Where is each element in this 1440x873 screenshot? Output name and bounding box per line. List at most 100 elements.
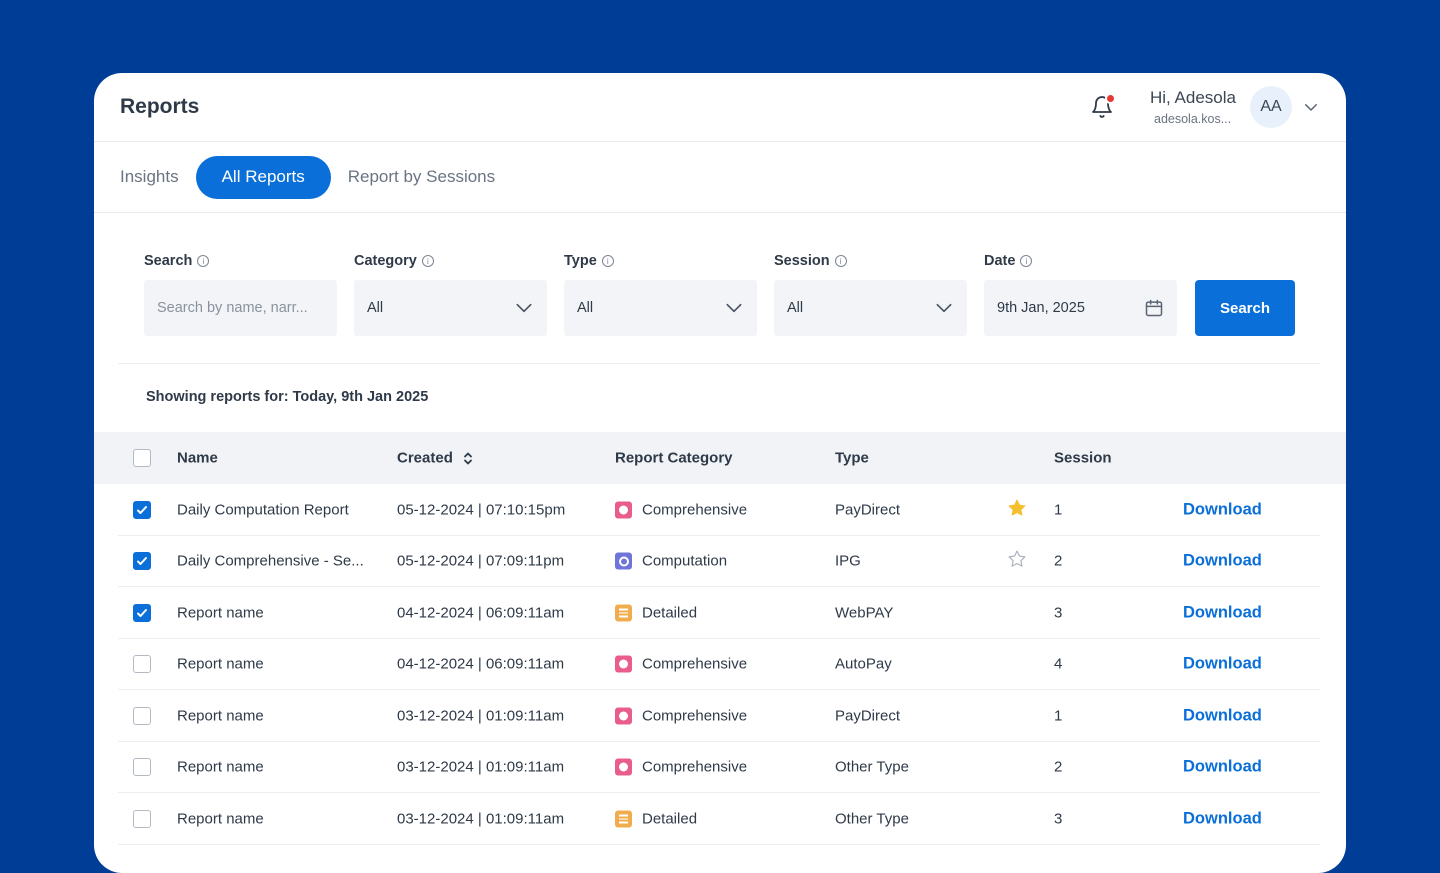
download-link[interactable]: Download: [1183, 603, 1262, 622]
report-name[interactable]: Report name: [177, 656, 264, 673]
report-category: Comprehensive: [615, 758, 747, 776]
category-label: Computation: [642, 552, 728, 570]
star-outline-icon[interactable]: [1007, 549, 1027, 573]
type-select[interactable]: All: [564, 280, 757, 336]
report-name[interactable]: Daily Computation Report: [177, 501, 349, 518]
session-number: 3: [1054, 604, 1063, 622]
info-icon[interactable]: i: [1020, 255, 1033, 267]
report-name[interactable]: Report name: [177, 759, 264, 776]
user-info[interactable]: Hi, Adesola adesola.kos...: [1150, 88, 1236, 126]
page-title: Reports: [120, 95, 200, 118]
info-icon[interactable]: i: [421, 255, 434, 267]
info-icon[interactable]: i: [601, 255, 614, 267]
report-name[interactable]: Report name: [177, 707, 264, 724]
table-body: Daily Computation Report 05-12-2024 | 07…: [94, 484, 1346, 845]
report-category: Comprehensive: [615, 655, 748, 673]
date-picker[interactable]: 9th Jan, 2025: [984, 280, 1177, 336]
session-label: Session: [774, 253, 830, 269]
tab-insights[interactable]: Insights: [120, 156, 179, 199]
column-created-label: Created: [397, 449, 453, 467]
report-type: AutoPay: [835, 655, 892, 673]
column-session[interactable]: Session: [1054, 450, 1112, 467]
notification-dot: [1105, 93, 1116, 104]
report-type: Other Type: [835, 810, 909, 828]
report-type: PayDirect: [835, 501, 901, 519]
table-row[interactable]: Report name 03-12-2024 | 01:09:11am Comp…: [94, 690, 1346, 742]
row-checkbox[interactable]: [133, 758, 151, 777]
chevron-down-icon: [516, 303, 532, 313]
search-button[interactable]: Search: [1195, 280, 1295, 336]
row-checkbox[interactable]: [133, 552, 151, 571]
row-checkbox[interactable]: [133, 655, 151, 674]
type-filter: Type i All: [564, 253, 757, 336]
table-row[interactable]: Report name 03-12-2024 | 01:09:11am Comp…: [94, 742, 1346, 794]
report-name[interactable]: Report name: [177, 604, 264, 621]
user-email: adesola.kos...: [1154, 112, 1232, 126]
detailed-icon: [615, 810, 632, 828]
created-date: 05-12-2024 | 07:09:11pm: [397, 552, 565, 570]
report-category: Detailed: [615, 810, 697, 828]
created-date: 03-12-2024 | 01:09:11am: [397, 758, 565, 776]
info-icon[interactable]: i: [197, 255, 210, 267]
table-row[interactable]: Report name 04-12-2024 | 06:09:11am Comp…: [94, 639, 1346, 691]
search-filter: Search i Search by name, narr...: [144, 253, 337, 336]
top-bar: Reports Hi, Adesola adesola.kos... AA: [94, 73, 1346, 142]
session-number: 2: [1054, 758, 1063, 776]
date-value: 9th Jan, 2025: [997, 300, 1085, 316]
report-name[interactable]: Daily Comprehensive - Se...: [177, 553, 364, 570]
comprehensive-icon: [615, 501, 632, 519]
category-label: Detailed: [642, 604, 698, 622]
download-link[interactable]: Download: [1183, 500, 1262, 519]
category-label: Comprehensive: [642, 655, 748, 673]
notification-bell-icon[interactable]: [1090, 93, 1116, 119]
session-value: All: [787, 300, 804, 316]
report-name[interactable]: Report name: [177, 810, 264, 827]
column-created[interactable]: Created: [397, 450, 473, 467]
type-label: Type: [564, 253, 597, 269]
showing-reports-text: Showing reports for: Today, 9th Jan 2025: [146, 389, 429, 405]
table-row[interactable]: Daily Computation Report 05-12-2024 | 07…: [94, 484, 1346, 536]
user-area: Hi, Adesola adesola.kos... AA: [1090, 86, 1320, 128]
created-date: 04-12-2024 | 06:09:11am: [397, 604, 565, 622]
download-link[interactable]: Download: [1183, 655, 1262, 674]
select-all-checkbox[interactable]: [133, 449, 151, 467]
table-row[interactable]: Daily Comprehensive - Se... 05-12-2024 |…: [94, 536, 1346, 588]
column-report-category[interactable]: Report Category: [615, 450, 733, 467]
download-link[interactable]: Download: [1183, 809, 1262, 828]
row-checkbox[interactable]: [133, 603, 151, 622]
table-header: Name Created Report Category Type Sessio…: [94, 432, 1346, 484]
calendar-icon[interactable]: [1144, 298, 1164, 318]
column-name[interactable]: Name: [177, 450, 218, 467]
divider: [118, 363, 1320, 364]
table-row[interactable]: Report name 04-12-2024 | 06:09:11am Deta…: [94, 587, 1346, 639]
avatar[interactable]: AA: [1250, 86, 1292, 128]
table-row[interactable]: Report name 03-12-2024 | 01:09:11am Deta…: [94, 793, 1346, 845]
search-label: Search: [144, 253, 193, 269]
computation-icon: [615, 552, 632, 570]
chevron-down-icon: [936, 303, 952, 313]
created-date: 03-12-2024 | 01:09:11am: [397, 707, 565, 725]
star-filled-icon[interactable]: [1007, 498, 1027, 522]
category-label: Comprehensive: [642, 707, 748, 725]
tab-report-by-sessions[interactable]: Report by Sessions: [348, 156, 495, 199]
user-greeting: Hi, Adesola: [1150, 88, 1236, 107]
column-type[interactable]: Type: [835, 450, 869, 467]
tab-all-reports[interactable]: All Reports: [195, 155, 331, 199]
category-select[interactable]: All: [354, 280, 547, 336]
report-category: Comprehensive: [615, 707, 748, 725]
row-checkbox[interactable]: [133, 500, 151, 519]
sort-icon[interactable]: [463, 452, 473, 466]
session-select[interactable]: All: [774, 280, 967, 336]
row-checkbox[interactable]: [133, 706, 151, 725]
download-link[interactable]: Download: [1183, 552, 1262, 571]
chevron-down-icon[interactable]: [1302, 98, 1320, 116]
download-link[interactable]: Download: [1183, 706, 1262, 725]
info-icon[interactable]: i: [834, 255, 847, 267]
report-type: Other Type: [835, 758, 909, 776]
detailed-icon: [615, 604, 632, 622]
row-checkbox[interactable]: [133, 809, 151, 828]
created-date: 05-12-2024 | 07:10:15pm: [397, 501, 566, 519]
search-input[interactable]: Search by name, narr...: [144, 280, 337, 336]
download-link[interactable]: Download: [1183, 758, 1262, 777]
category-label: Comprehensive: [642, 501, 748, 519]
